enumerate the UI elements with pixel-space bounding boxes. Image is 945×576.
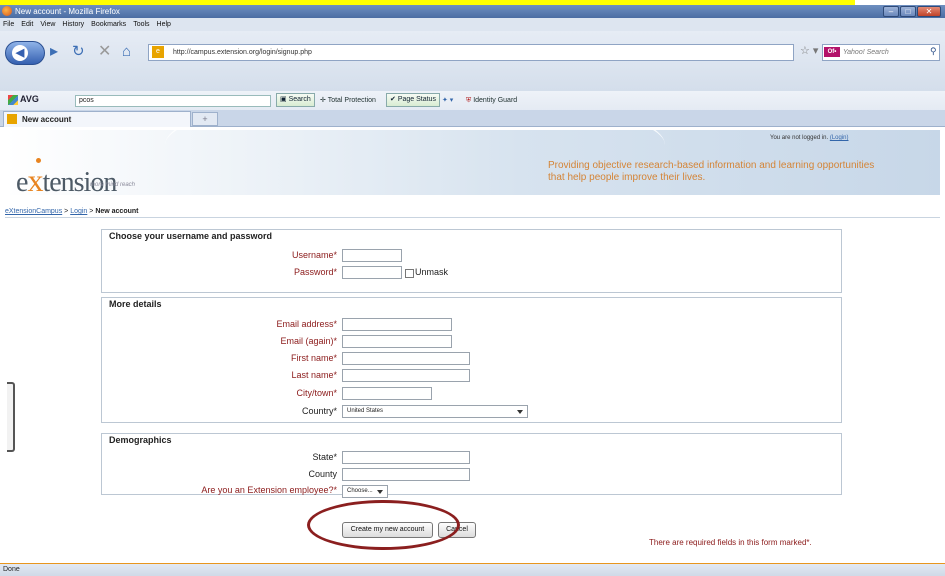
unmask-label: Unmask bbox=[415, 267, 449, 277]
county-field[interactable] bbox=[342, 468, 470, 481]
username-field[interactable] bbox=[342, 249, 402, 262]
country-label: Country* bbox=[301, 406, 337, 416]
section-demographics: Demographics State* County Are you an Ex… bbox=[101, 433, 842, 498]
close-button[interactable]: ✕ bbox=[917, 6, 941, 17]
identity-guard-button[interactable]: ⛨ Identity Guard bbox=[466, 94, 517, 108]
email-field[interactable] bbox=[342, 318, 452, 331]
extension-logo[interactable]: extension bbox=[16, 158, 117, 199]
menu-tools[interactable]: Tools bbox=[133, 18, 149, 31]
back-arrow-icon: ◀ bbox=[12, 45, 28, 61]
tab-label: New account bbox=[22, 115, 72, 124]
reload-icon[interactable]: ↻ bbox=[72, 42, 85, 62]
email-again-label: Email (again)* bbox=[280, 336, 337, 346]
first-name-label: First name* bbox=[290, 353, 337, 363]
avg-logo-text: AVG bbox=[20, 94, 39, 104]
tab-favicon bbox=[7, 114, 17, 124]
employee-value: Choose... bbox=[347, 488, 373, 494]
avg-logo[interactable]: AVG bbox=[8, 94, 39, 105]
email-again-field[interactable] bbox=[342, 335, 452, 348]
identity-guard-label: Identity Guard bbox=[473, 97, 518, 104]
last-name-field[interactable] bbox=[342, 369, 470, 382]
avg-options-icon[interactable]: ✦ ▾ bbox=[442, 94, 453, 108]
breadcrumb-current: New account bbox=[95, 208, 139, 215]
tab-new-account[interactable]: New account bbox=[3, 111, 191, 127]
email-label: Email address* bbox=[276, 319, 337, 329]
url-bar[interactable]: http://campus.extension.org/login/signup… bbox=[148, 44, 794, 61]
username-label: Username* bbox=[291, 250, 337, 260]
back-button[interactable]: ◀ bbox=[5, 41, 45, 65]
site-tagline: Providing objective research-based infor… bbox=[548, 160, 875, 183]
logo-dot bbox=[36, 158, 41, 163]
stop-icon[interactable]: ✕ bbox=[98, 42, 111, 62]
url-text: http://campus.extension.org/login/signup… bbox=[173, 49, 312, 56]
login-status-text: You are not logged in. bbox=[770, 135, 830, 141]
new-tab-button[interactable]: + bbox=[192, 112, 218, 126]
breadcrumb-login[interactable]: Login bbox=[70, 208, 87, 215]
menu-edit[interactable]: Edit bbox=[21, 18, 33, 31]
password-label: Password* bbox=[293, 267, 337, 277]
yahoo-engine-icon[interactable]: Of• bbox=[824, 47, 840, 57]
window-title: New account - Mozilla Firefox bbox=[15, 7, 120, 16]
county-label: County bbox=[308, 469, 337, 479]
page-status-button[interactable]: ✔ Page Status bbox=[386, 93, 440, 107]
search-placeholder: Yahoo! Search bbox=[843, 49, 889, 56]
city-field[interactable] bbox=[342, 387, 432, 400]
window-titlebar: New account - Mozilla Firefox bbox=[0, 5, 945, 18]
home-icon[interactable]: ⌂ bbox=[122, 42, 131, 62]
status-text: Done bbox=[3, 566, 20, 573]
login-status: You are not logged in. (Login) bbox=[770, 135, 849, 141]
firefox-icon bbox=[2, 6, 12, 16]
minimize-button[interactable]: – bbox=[883, 6, 899, 17]
page-status-label: Page Status bbox=[397, 96, 436, 103]
logo-subtitle: more mind reach bbox=[90, 182, 136, 188]
first-name-field[interactable] bbox=[342, 352, 470, 365]
site-favicon: e bbox=[152, 46, 164, 58]
navigation-toolbar bbox=[0, 31, 945, 91]
avg-query: pcos bbox=[79, 97, 94, 104]
bookmark-star-icon[interactable]: ☆ ▾ bbox=[800, 44, 818, 57]
avg-logo-icon bbox=[8, 94, 18, 105]
breadcrumb-sep: > bbox=[62, 208, 71, 215]
total-protection-button[interactable]: ✛ Total Protection bbox=[320, 94, 376, 108]
city-label: City/town* bbox=[296, 388, 337, 398]
breadcrumb-home[interactable]: eXtensionCampus bbox=[5, 208, 62, 215]
last-name-label: Last name* bbox=[291, 370, 337, 380]
sidebar-handle[interactable] bbox=[7, 382, 15, 452]
required-fields-note: There are required fields in this form m… bbox=[649, 538, 812, 547]
avg-search-input[interactable]: pcos bbox=[75, 95, 271, 107]
password-field[interactable] bbox=[342, 266, 402, 279]
menu-help[interactable]: Help bbox=[157, 18, 171, 31]
avg-search-button[interactable]: ▣ Search bbox=[276, 93, 315, 107]
search-icon[interactable]: ⚲ bbox=[930, 46, 937, 57]
section-title: Demographics bbox=[109, 435, 172, 445]
state-label: State* bbox=[312, 452, 337, 462]
country-value: United States bbox=[347, 408, 384, 414]
logo-letter-e: e bbox=[16, 167, 28, 198]
status-bar: Done bbox=[0, 563, 945, 576]
maximize-button[interactable]: □ bbox=[900, 6, 916, 17]
country-select[interactable]: United States bbox=[342, 405, 528, 418]
avg-search-label: Search bbox=[288, 96, 311, 103]
section-title: More details bbox=[109, 299, 162, 309]
login-link[interactable]: (Login) bbox=[830, 135, 849, 141]
menu-history[interactable]: History bbox=[62, 18, 84, 31]
menu-file[interactable]: File bbox=[3, 18, 14, 31]
breadcrumb: eXtensionCampus > Login > New account bbox=[5, 206, 940, 218]
total-protection-label: Total Protection bbox=[327, 97, 376, 104]
menu-bar: File Edit View History Bookmarks Tools H… bbox=[0, 18, 945, 31]
unmask-checkbox[interactable] bbox=[405, 269, 414, 278]
annotation-circle bbox=[307, 500, 460, 550]
section-more-details: More details Email address* Email (again… bbox=[101, 297, 842, 423]
window-controls: – □ ✕ bbox=[883, 6, 941, 17]
employee-select[interactable]: Choose... bbox=[342, 485, 388, 498]
menu-bookmarks[interactable]: Bookmarks bbox=[91, 18, 126, 31]
section-title: Choose your username and password bbox=[109, 231, 273, 241]
state-field[interactable] bbox=[342, 451, 470, 464]
section-credentials: Choose your username and password Userna… bbox=[101, 229, 842, 293]
forward-icon[interactable]: ▸ bbox=[50, 42, 58, 62]
logo-letter-x: x bbox=[27, 162, 43, 198]
employee-label: Are you an Extension employee?* bbox=[201, 485, 337, 495]
menu-view[interactable]: View bbox=[40, 18, 55, 31]
shield-icon: ⛨ bbox=[466, 97, 472, 104]
